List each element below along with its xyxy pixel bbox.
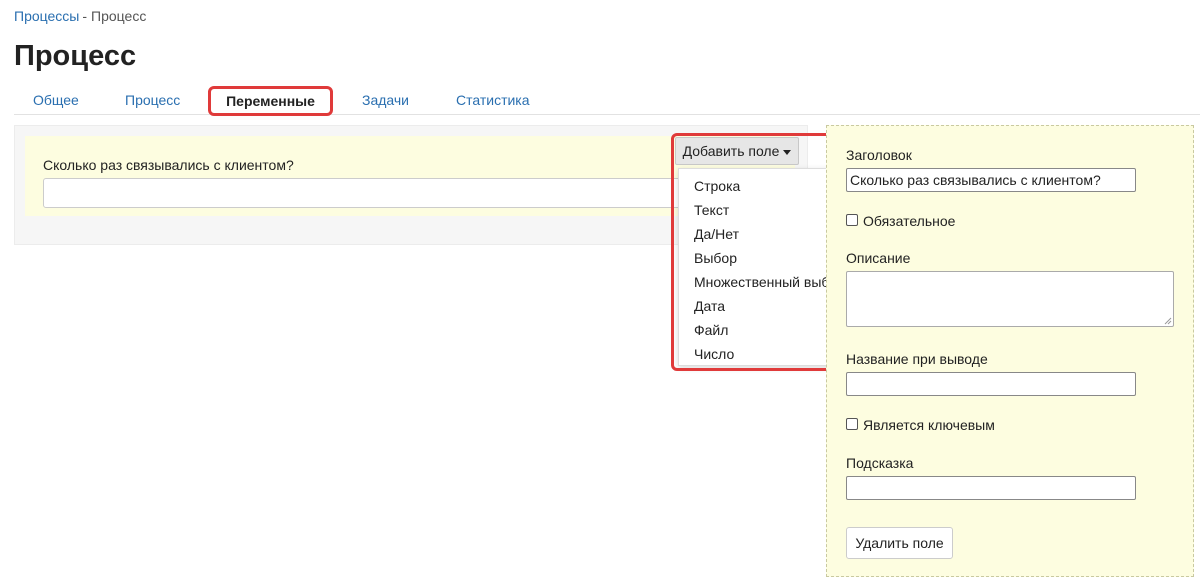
breadcrumb: Процессы - Процесс [14, 8, 146, 24]
variable-field-label: Сколько раз связывались с клиентом? [43, 157, 294, 173]
resize-grip-icon[interactable] [1164, 317, 1172, 325]
hint-label: Подсказка [846, 455, 914, 471]
field-properties-panel: Заголовок Сколько раз связывались с клие… [826, 125, 1194, 577]
page-title: Процесс [14, 40, 137, 72]
breadcrumb-separator: - [82, 8, 88, 24]
tab-variables[interactable]: Переменные [208, 86, 333, 116]
tab-process[interactable]: Процесс [125, 92, 180, 108]
delete-field-button[interactable]: Удалить поле [846, 527, 953, 559]
title-input[interactable]: Сколько раз связывались с клиентом? [846, 168, 1136, 192]
output-name-input[interactable] [846, 372, 1136, 396]
description-label: Описание [846, 250, 911, 266]
tab-bar: Общее Процесс Задачи Статистика [14, 88, 1200, 115]
description-textarea[interactable] [846, 271, 1174, 327]
required-checkbox[interactable] [846, 214, 858, 226]
hint-input[interactable] [846, 476, 1136, 500]
breadcrumb-current: Процесс [91, 8, 147, 24]
title-label: Заголовок [846, 147, 912, 163]
output-name-label: Название при выводе [846, 351, 988, 367]
tab-general[interactable]: Общее [33, 92, 79, 108]
is-key-label: Является ключевым [863, 417, 995, 433]
required-label: Обязательное [863, 213, 956, 229]
tab-statistics[interactable]: Статистика [456, 92, 530, 108]
tab-tasks[interactable]: Задачи [362, 92, 409, 108]
breadcrumb-link-processes[interactable]: Процессы [14, 8, 79, 24]
is-key-checkbox[interactable] [846, 418, 858, 430]
